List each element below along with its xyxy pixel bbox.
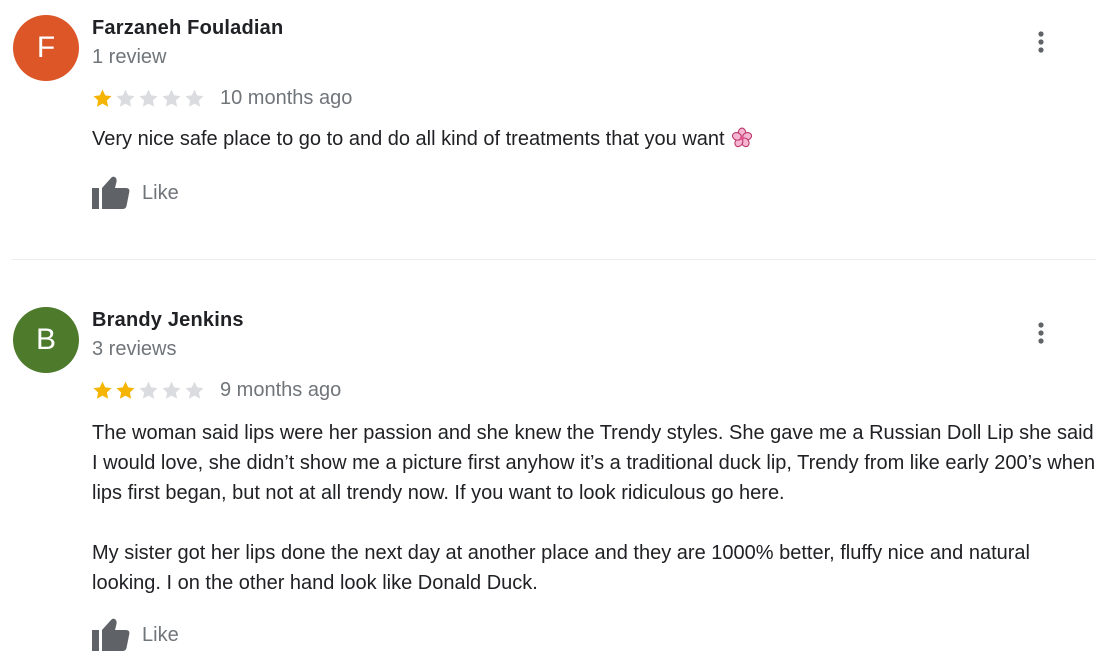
star-filled-icon — [93, 89, 112, 107]
avatar[interactable]: F — [13, 15, 79, 81]
more-options-button[interactable] — [1026, 318, 1056, 348]
review-date: 9 months ago — [220, 378, 342, 401]
more-vert-icon — [1038, 31, 1044, 53]
reviewer-name[interactable]: Farzaneh Fouladian — [92, 17, 283, 40]
star-rating — [92, 380, 207, 401]
review-count: 3 reviews — [92, 338, 177, 360]
review-paragraph: The woman said lips were her passion and… — [92, 422, 1096, 504]
star-empty-icon — [185, 89, 204, 107]
review-paragraph: Very nice safe place to go to and do all… — [92, 124, 1096, 154]
star-empty-icon — [185, 381, 204, 399]
thumbs-up-icon — [92, 176, 130, 209]
like-label: Like — [142, 181, 179, 204]
more-options-button[interactable] — [1026, 27, 1056, 57]
star-empty-icon — [162, 381, 181, 399]
thumbs-up-icon — [92, 618, 130, 651]
review-paragraph: My sister got her lips done the next day… — [92, 542, 1030, 594]
avatar[interactable]: B — [13, 307, 79, 373]
star-filled-icon — [116, 381, 135, 399]
review-date: 10 months ago — [220, 86, 353, 109]
rating-row: 9 months ago — [92, 378, 341, 402]
review-card: F Farzaneh Fouladian 1 review 10 months … — [0, 0, 1104, 259]
star-rating — [92, 88, 207, 109]
star-empty-icon — [139, 89, 158, 107]
cherry-blossom-icon — [731, 127, 752, 148]
star-empty-icon — [116, 89, 135, 107]
more-vert-icon — [1038, 322, 1044, 344]
reviewer-name[interactable]: Brandy Jenkins — [92, 309, 244, 332]
star-empty-icon — [162, 89, 181, 107]
review-card: B Brandy Jenkins 3 reviews 9 months ago … — [0, 260, 1104, 669]
review-count: 1 review — [92, 46, 167, 68]
rating-row: 10 months ago — [92, 86, 352, 110]
star-filled-icon — [93, 381, 112, 399]
like-button[interactable]: Like — [92, 617, 179, 653]
review-text: The woman said lips were her passion and… — [92, 418, 1096, 598]
like-button[interactable]: Like — [92, 175, 179, 211]
like-label: Like — [142, 623, 179, 646]
review-text: Very nice safe place to go to and do all… — [92, 124, 1096, 154]
star-empty-icon — [139, 381, 158, 399]
